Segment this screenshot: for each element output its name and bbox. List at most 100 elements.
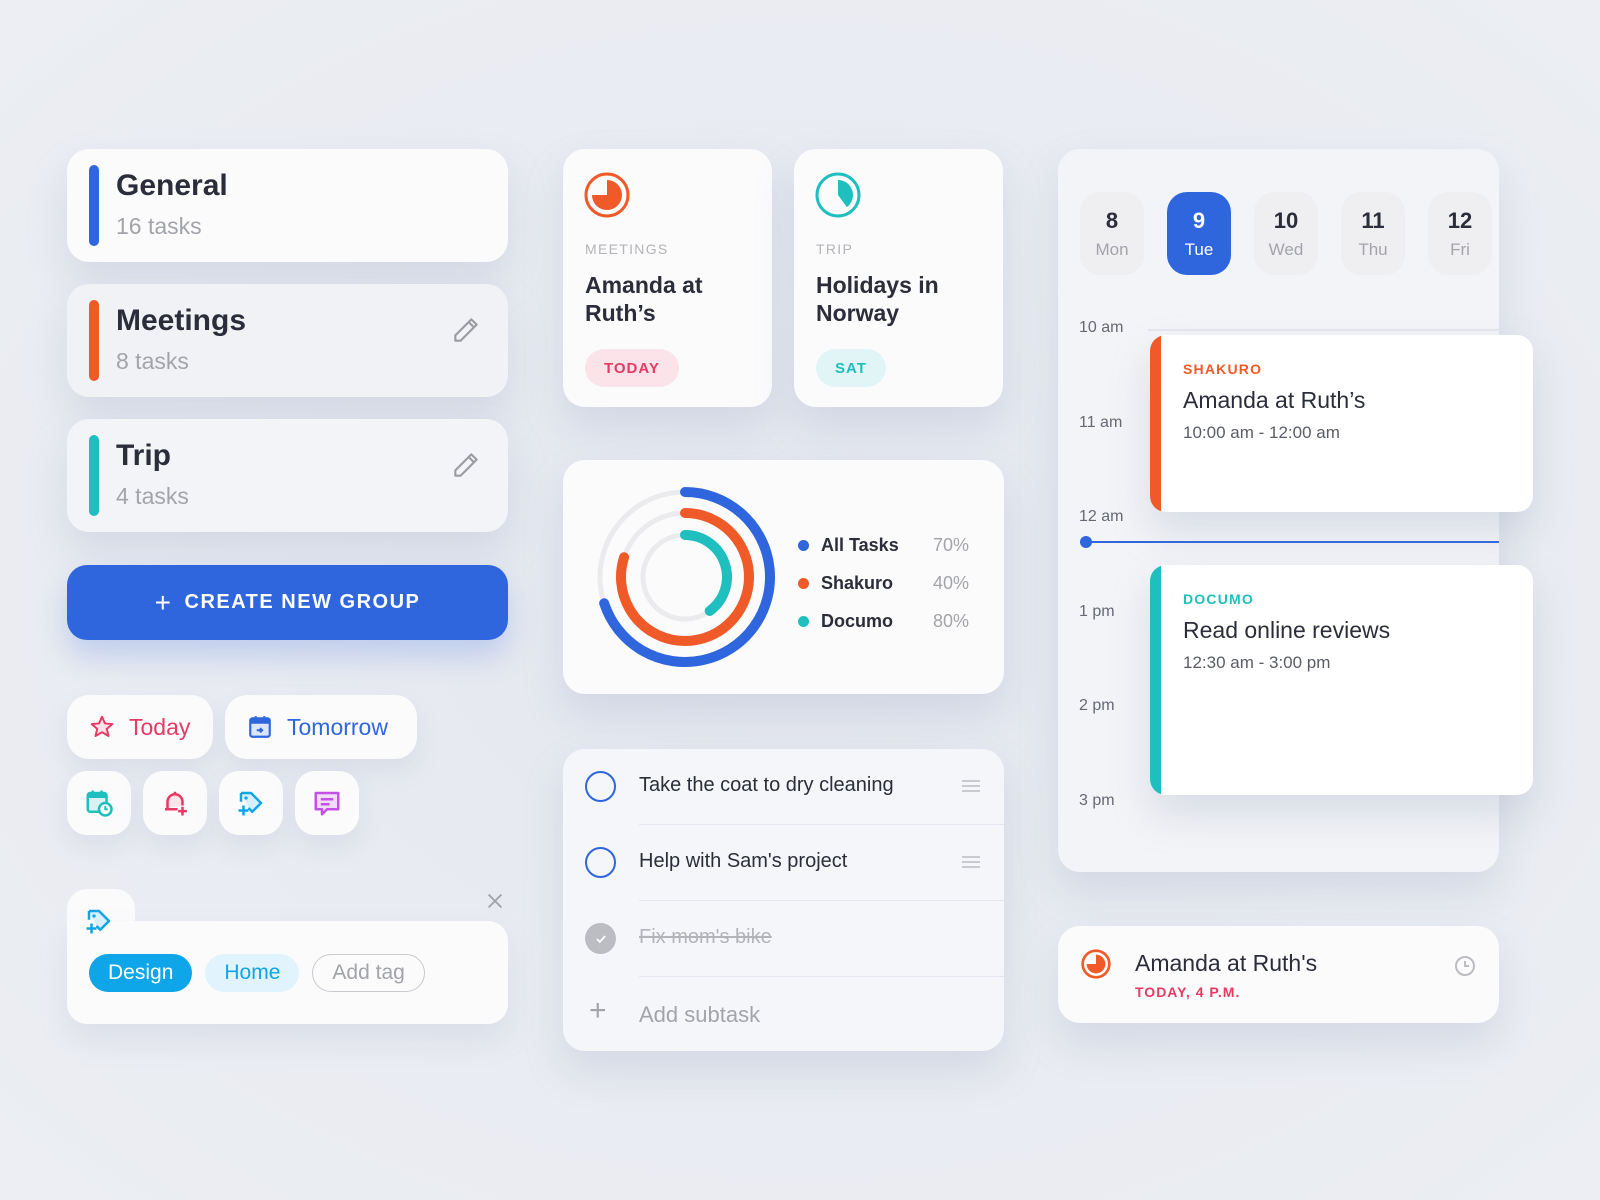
event-title: Holidays in Norway <box>816 272 939 326</box>
hour-label: 2 pm <box>1079 697 1115 714</box>
tag-panel: Design Home Add tag <box>67 889 508 1024</box>
subtask-checkbox[interactable] <box>585 847 616 878</box>
tag-plus-icon <box>238 791 263 816</box>
legend-name: All Tasks <box>821 534 899 555</box>
progress-pie-icon <box>584 172 630 218</box>
legend-dot <box>798 577 809 589</box>
day-number: 11 <box>1361 207 1385 233</box>
add-subtask-label[interactable]: Add subtask <box>639 1002 760 1028</box>
hour-label: 1 pm <box>1079 603 1115 620</box>
tag-home[interactable]: Home <box>205 954 300 992</box>
bell-plus-icon <box>165 791 187 816</box>
event-org: SHAKURO <box>1183 361 1263 377</box>
day-wed[interactable]: 10 Wed <box>1254 192 1318 275</box>
close-icon[interactable] <box>484 890 506 912</box>
day-fri[interactable]: 12 Fri <box>1428 192 1492 275</box>
reminder-time: TODAY, 4 P.M. <box>1135 984 1241 1000</box>
pencil-icon[interactable] <box>450 314 482 346</box>
hour-label: 10 am <box>1079 319 1124 336</box>
subtask-checkbox-checked[interactable] <box>585 923 616 954</box>
group-title: Meetings <box>116 304 247 337</box>
legend-item: Documo 80% <box>798 602 969 640</box>
current-time-dot <box>1080 536 1092 548</box>
subtask-text[interactable]: Help with Sam's project <box>639 850 847 873</box>
group-count: 16 tasks <box>116 213 202 239</box>
day-weekday: Fri <box>1450 239 1470 259</box>
create-new-group-button[interactable]: + CREATE NEW GROUP <box>67 565 508 640</box>
subtask-list: Take the coat to dry cleaning Help with … <box>563 749 1004 1051</box>
tag-design[interactable]: Design <box>89 954 193 992</box>
group-card-general[interactable]: General 16 tasks <box>67 149 508 262</box>
legend-percent: 40% <box>933 572 970 593</box>
subtask-checkbox[interactable] <box>585 771 616 802</box>
add-reminder-button[interactable] <box>143 771 207 835</box>
drag-handle-icon[interactable] <box>962 780 980 795</box>
clock-icon[interactable] <box>1453 954 1477 978</box>
add-comment-button[interactable] <box>295 771 359 835</box>
event-date-badge: SAT <box>816 349 886 387</box>
add-tag-button[interactable] <box>219 771 283 835</box>
day-weekday: Tue <box>1184 239 1214 259</box>
group-color-bar <box>89 165 99 246</box>
plus-icon: + <box>154 586 173 618</box>
event-card-meetings[interactable]: MEETINGS Amanda at Ruth’s TODAY <box>563 149 772 407</box>
today-chip[interactable]: Today <box>67 695 213 759</box>
calendar-event-shakuro[interactable]: SHAKURO Amanda at Ruth’s 10:00 am - 12:0… <box>1150 335 1533 512</box>
event-org: DOCUMO <box>1183 591 1254 607</box>
reminder-title: Amanda at Ruth's <box>1135 950 1318 976</box>
group-card-trip[interactable]: Trip 4 tasks <box>67 419 508 532</box>
day-weekday: Thu <box>1358 239 1388 259</box>
event-category: MEETINGS <box>585 241 669 257</box>
legend-name: Shakuro <box>821 572 894 593</box>
calendar-clock-icon <box>86 790 113 817</box>
day-thu[interactable]: 11 Thu <box>1341 192 1405 275</box>
pencil-icon[interactable] <box>450 449 482 481</box>
event-card-trip[interactable]: TRIP Holidays in Norway SAT <box>794 149 1003 407</box>
create-group-label: CREATE NEW GROUP <box>184 591 421 613</box>
group-count: 8 tasks <box>116 348 189 374</box>
event-title: Read online reviews <box>1183 617 1391 643</box>
hour-label: 12 am <box>1079 508 1124 525</box>
schedule-button[interactable] <box>67 771 131 835</box>
group-color-bar <box>89 435 99 516</box>
day-tue-selected[interactable]: 9 Tue <box>1167 192 1231 275</box>
subtask-item-done: Fix mom's bike <box>563 901 1004 977</box>
tomorrow-chip[interactable]: Tomorrow <box>225 695 417 759</box>
group-color-bar <box>89 300 99 381</box>
subtask-text[interactable]: Fix mom's bike <box>639 926 772 949</box>
legend-dot <box>798 615 809 627</box>
hour-line <box>1148 329 1499 331</box>
chart-legend: All Tasks 70% Shakuro 40% Documo 80% <box>798 526 969 640</box>
event-time: 10:00 am - 12:00 am <box>1183 423 1340 442</box>
day-number: 9 <box>1192 207 1206 233</box>
event-title: Amanda at Ruth’s <box>1183 387 1366 413</box>
day-number: 12 <box>1447 207 1473 233</box>
plus-icon: + <box>589 994 607 1027</box>
day-weekday: Mon <box>1095 239 1129 259</box>
legend-item: Shakuro 40% <box>798 564 969 602</box>
legend-dot <box>798 539 809 551</box>
day-number: 10 <box>1273 207 1299 233</box>
calendar-arrow-icon <box>249 716 271 738</box>
star-icon <box>90 715 114 737</box>
drag-handle-icon[interactable] <box>962 856 980 871</box>
legend-percent: 70% <box>933 534 970 555</box>
tomorrow-label: Tomorrow <box>287 713 388 740</box>
today-label: Today <box>129 713 191 740</box>
comment-icon <box>314 791 340 816</box>
calendar-event-documo[interactable]: DOCUMO Read online reviews 12:30 am - 3:… <box>1150 565 1533 795</box>
add-tag-button[interactable]: Add tag <box>312 954 425 992</box>
current-time-indicator <box>1080 536 1499 548</box>
event-time: 12:30 am - 3:00 pm <box>1183 653 1331 672</box>
progress-pie-icon <box>1081 949 1111 979</box>
subtask-item: Take the coat to dry cleaning <box>563 749 1004 825</box>
reminder-card[interactable]: Amanda at Ruth's TODAY, 4 P.M. <box>1058 926 1499 1023</box>
hour-label: 11 am <box>1079 414 1123 431</box>
subtask-text[interactable]: Take the coat to dry cleaning <box>639 774 894 797</box>
event-color-stripe <box>1150 335 1161 512</box>
tag-plus-icon <box>86 909 111 934</box>
add-subtask-row[interactable]: + Add subtask <box>563 977 1004 1053</box>
day-mon[interactable]: 8 Mon <box>1080 192 1144 275</box>
progress-rings <box>597 487 775 667</box>
group-card-meetings[interactable]: Meetings 8 tasks <box>67 284 508 397</box>
